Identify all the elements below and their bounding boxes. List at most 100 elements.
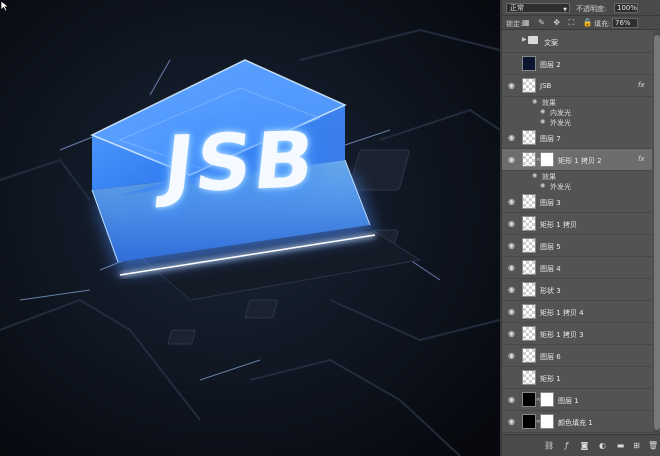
eye-icon[interactable]: ◉ [540,108,545,115]
layer-name: 矩形 1 拷贝 4 [540,309,584,317]
panel-options-bar: 正常 ▼ 不透明度: 100% [502,0,660,16]
layer-row[interactable]: ◉ 图层 7 [502,127,652,149]
eye-icon[interactable]: ◉ [508,241,517,250]
layer-name: 文案 [544,39,558,47]
layer-thumbnail [522,130,536,145]
eye-icon[interactable]: ◉ [540,118,545,125]
layer-effect-row[interactable]: ◉ 外发光 [502,117,652,127]
layer-row[interactable]: ◉ 图层 3 [502,191,652,213]
layer-thumbnail [522,194,536,209]
layer-row[interactable]: ◉ 矩形 1 拷贝 4 [502,301,652,323]
scroll-thumb[interactable] [654,35,660,430]
eye-icon[interactable] [508,59,517,68]
adjustment-icon[interactable]: ◐ [598,441,607,450]
layer-name: 颜色填充 1 [558,419,593,427]
layer-effects-row[interactable]: ◉ 效果 [502,171,652,181]
folder-icon [528,36,538,44]
lock-bar: 锁定: ▦ ✎ ✥ ⛶ 🔒 填充: 76% [502,16,660,30]
layers-scrollbar[interactable] [653,31,660,434]
document-canvas[interactable]: JSB [0,0,500,456]
eye-icon[interactable]: ◉ [532,98,537,105]
layer-name: 矩形 1 拷贝 3 [540,331,584,339]
layer-name: 矩形 1 拷贝 2 [558,157,602,165]
eye-icon[interactable]: ◉ [508,307,517,316]
fx-badge-icon[interactable]: fx [638,81,645,89]
eye-icon[interactable]: ◉ [508,81,517,90]
layer-thumbnail [522,326,536,341]
blend-mode-value: 正常 [510,4,524,12]
layer-effect-row[interactable]: ◉ 外发光 [502,181,652,191]
layer-thumbnail [522,56,536,71]
chevron-right-icon[interactable]: ▶ [522,36,527,43]
lock-icons[interactable]: ▦ ✎ ✥ ⛶ 🔒 [522,18,596,28]
layer-name: 图层 3 [540,199,561,207]
opacity-label: 不透明度: [576,5,607,13]
eye-icon[interactable]: ◉ [508,351,517,360]
new-layer-icon[interactable]: ⊞ [632,441,641,450]
eye-icon[interactable]: ◉ [540,182,545,189]
trash-icon[interactable]: 🗑 [648,441,658,450]
layer-thumbnail [522,370,536,385]
layer-effect-row[interactable]: ◉ 内发光 [502,107,652,117]
layer-group-row[interactable]: ▶ 文案 [502,31,652,53]
layer-name: 形状 3 [540,287,561,295]
eye-icon[interactable]: ◉ [508,133,517,142]
layer-effects-row[interactable]: ◉ 效果 [502,97,652,107]
layer-row[interactable]: ◉ ∞ 矩形 1 拷贝 2 fx [502,149,652,171]
layers-list: ▶ 文案 图层 2 ◉ JSB fx ◉ 效果 ◉ 内发光 ◉ 外发光 ◉ 图层 7 ◉ ∞ 矩形 1 拷贝 2… [502,31,660,434]
eye-icon[interactable]: ◉ [508,155,517,164]
eye-icon[interactable]: ◉ [508,417,517,426]
layer-row[interactable]: ◉ 矩形 1 拷贝 3 [502,323,652,345]
layer-thumbnail [522,78,536,93]
layer-row[interactable]: ◉ 形状 3 [502,279,652,301]
layer-row[interactable]: ◉ 图层 5 [502,235,652,257]
layer-row[interactable]: ◉ 图层 4 [502,257,652,279]
fx-badge-icon[interactable]: fx [638,155,645,163]
layer-name: 图层 1 [558,397,579,405]
layer-mask-thumbnail[interactable] [540,414,554,429]
layer-name: 图层 5 [540,243,561,251]
layer-row[interactable]: ◉ ∞ 图层 1 [502,389,652,411]
layer-row[interactable]: ◉ ∞ 颜色填充 1 [502,411,652,433]
layer-mask-thumbnail[interactable] [540,392,554,407]
eye-icon[interactable]: ◉ [508,285,517,294]
layer-row[interactable]: 图层 2 [502,53,652,75]
layer-thumbnail [522,348,536,363]
layer-row[interactable]: ◉ 矩形 1 拷贝 [502,213,652,235]
fill-input[interactable]: 76% [612,18,638,28]
layer-thumbnail [522,216,536,231]
layer-row[interactable]: 矩形 1 [502,367,652,389]
layer-thumbnail [522,152,536,167]
layer-name: 矩形 1 [540,375,561,383]
layer-name: 图层 4 [540,265,561,273]
eye-icon[interactable]: ◉ [532,172,537,179]
link-icon[interactable]: ⛓ [544,441,554,450]
chip-label: JSB [159,115,321,211]
folder-icon[interactable]: ▬ [616,441,625,450]
layer-name: 图层 6 [540,353,561,361]
layer-thumbnail [522,260,536,275]
eye-icon[interactable]: ◉ [508,263,517,272]
layer-name: 图层 7 [540,135,561,143]
chevron-down-icon: ▼ [563,7,567,13]
fx-icon[interactable]: ƒ [562,441,571,450]
eye-icon[interactable]: ◉ [508,329,517,338]
layer-name: 矩形 1 拷贝 [540,221,577,229]
lock-label: 锁定: [506,20,523,28]
eye-icon[interactable] [508,37,517,46]
mask-icon[interactable]: ◙ [580,441,589,450]
layer-mask-thumbnail[interactable] [540,152,554,167]
eye-icon[interactable]: ◉ [508,395,517,404]
eye-icon[interactable]: ◉ [508,197,517,206]
layer-row[interactable]: ◉ JSB fx [502,75,652,97]
layer-thumbnail [522,304,536,319]
move-cursor-icon [0,0,10,12]
layer-thumbnail [522,414,536,429]
layers-panel: 正常 ▼ 不透明度: 100% 锁定: ▦ ✎ ✥ ⛶ 🔒 填充: 76% ▶ 文… [500,0,660,456]
eye-icon[interactable] [508,373,517,382]
layer-row[interactable]: ◉ 图层 6 [502,345,652,367]
opacity-input[interactable]: 100% [614,3,638,13]
layers-footer: ⛓ ƒ ◙ ◐ ▬ ⊞ 🗑 [502,434,660,456]
eye-icon[interactable]: ◉ [508,219,517,228]
blend-mode-select[interactable]: 正常 ▼ [506,3,570,13]
